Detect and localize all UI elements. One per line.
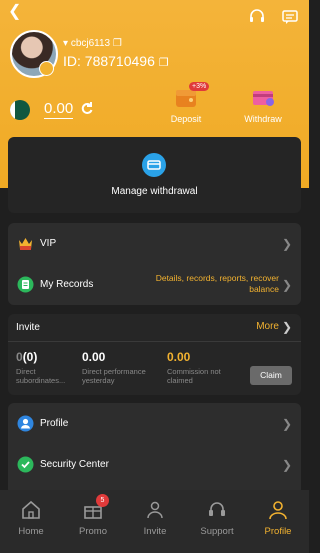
user-id: ID: 788710496	[63, 53, 155, 69]
copy-icon[interactable]: ❐	[159, 57, 169, 69]
caret-down-icon: ▾	[63, 38, 69, 49]
card-icon	[253, 91, 274, 106]
manage-withdrawal-button[interactable]: Manage withdrawal	[8, 137, 301, 213]
divider	[8, 341, 301, 342]
nav-home[interactable]: Home	[6, 500, 56, 537]
chevron-right-icon[interactable]: ❯	[282, 320, 292, 334]
pakistan-flag-icon	[10, 100, 30, 120]
refresh-icon[interactable]	[80, 101, 94, 115]
my-records-hint: Details, records, reports, recover balan…	[155, 273, 279, 294]
invite-title: Invite	[16, 322, 40, 333]
nav-profile-label: Profile	[264, 526, 292, 537]
shield-icon	[17, 456, 34, 473]
balance-row: 0.00	[10, 98, 130, 122]
vip-crown-icon	[19, 238, 32, 250]
nav-promo[interactable]: 5 Promo	[68, 494, 118, 537]
stat-value: 0(0)	[16, 350, 38, 364]
profile-label: Profile	[40, 418, 69, 429]
stat-value: 0.00	[82, 350, 106, 364]
edit-avatar-icon[interactable]	[39, 61, 54, 76]
bottom-nav: Home 5 Promo Invite Support Profile	[0, 490, 309, 553]
username: cbcj6113	[70, 38, 111, 49]
headset-icon	[209, 502, 225, 516]
nav-support[interactable]: Support	[192, 500, 242, 537]
nav-home-label: Home	[18, 526, 44, 537]
security-center-label: Security Center	[40, 459, 109, 470]
records-icon	[17, 276, 34, 293]
stat-caption: Direct performance yesterday	[82, 367, 146, 385]
chevron-right-icon: ❯	[281, 417, 292, 431]
person-icon	[269, 501, 287, 520]
nav-promo-label: Promo	[79, 526, 107, 537]
menu-item-profile[interactable]: Profile ❯	[8, 405, 301, 443]
user-id-row: ID: 788710496 ❐	[63, 53, 169, 69]
my-records-label: My Records	[40, 279, 94, 290]
manage-withdrawal-label: Manage withdrawal	[111, 186, 198, 197]
menu-item-security-center[interactable]: Security Center ❯	[8, 446, 301, 484]
promo-count-badge: 5	[96, 494, 109, 507]
message-icon[interactable]	[281, 8, 299, 26]
nav-support-label: Support	[200, 526, 234, 537]
withdraw-button[interactable]: Withdraw	[233, 84, 293, 124]
menu-item-my-records[interactable]: My Records Details, records, reports, re…	[8, 266, 301, 304]
chevron-right-icon: ❯	[281, 278, 292, 292]
stat-direct-subordinates: 0(0) Direct subordinates...	[16, 350, 86, 385]
withdraw-label: Withdraw	[244, 114, 282, 124]
stat-value: 0.00	[167, 350, 191, 364]
stat-caption: Direct subordinates...	[16, 367, 66, 385]
username-row: ▾ cbcj6113 ❐	[63, 38, 122, 49]
headset-icon[interactable]	[248, 8, 266, 26]
nav-invite-label: Invite	[143, 526, 167, 537]
profile-icon	[17, 415, 34, 432]
nav-profile[interactable]: Profile	[253, 500, 303, 537]
deposit-bonus-badge: +3%	[189, 82, 210, 91]
menu-item-vip[interactable]: VIP ❯	[8, 225, 301, 263]
invite-icon	[147, 501, 163, 519]
chevron-right-icon: ❯	[281, 458, 292, 472]
back-icon[interactable]: ❮	[8, 4, 21, 20]
stat-caption: Commission not claimed	[167, 367, 221, 385]
stat-direct-performance: 0.00 Direct performance yesterday	[82, 350, 152, 385]
wallet-balance: 0.00	[44, 100, 74, 119]
home-icon	[22, 500, 40, 519]
menu-group-settings: Profile ❯ Security Center ❯	[8, 403, 301, 495]
chevron-right-icon: ❯	[281, 237, 292, 251]
copy-icon[interactable]: ❐	[113, 38, 122, 49]
stat-commission: 0.00 Commission not claimed	[167, 350, 237, 385]
nav-invite[interactable]: Invite	[130, 500, 180, 537]
menu-group-account: VIP ❯ My Records Details, records, repor…	[8, 223, 301, 305]
claim-button[interactable]: Claim	[250, 366, 292, 385]
withdrawal-card-icon	[142, 153, 166, 177]
invite-more-link[interactable]: More	[256, 321, 279, 332]
vip-label: VIP	[40, 238, 57, 249]
invite-card: Invite More ❯ 0(0) Direct subordinates..…	[8, 314, 301, 395]
deposit-button[interactable]: +3% Deposit	[156, 82, 216, 124]
deposit-label: Deposit	[170, 114, 202, 124]
